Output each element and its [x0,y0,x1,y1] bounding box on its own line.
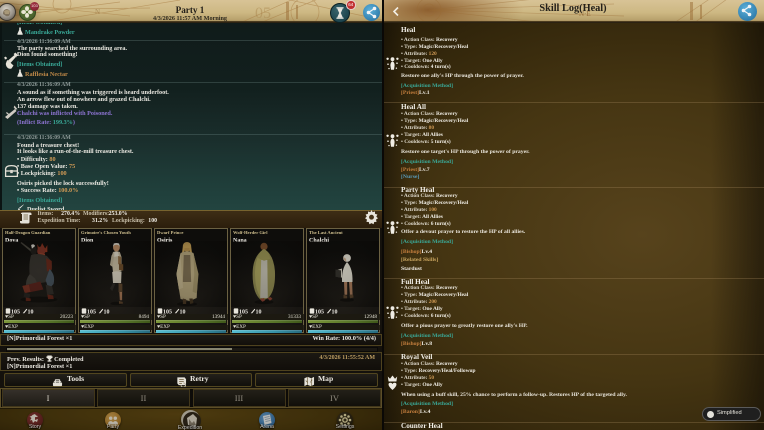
svg-text:N: N [95,8,100,16]
